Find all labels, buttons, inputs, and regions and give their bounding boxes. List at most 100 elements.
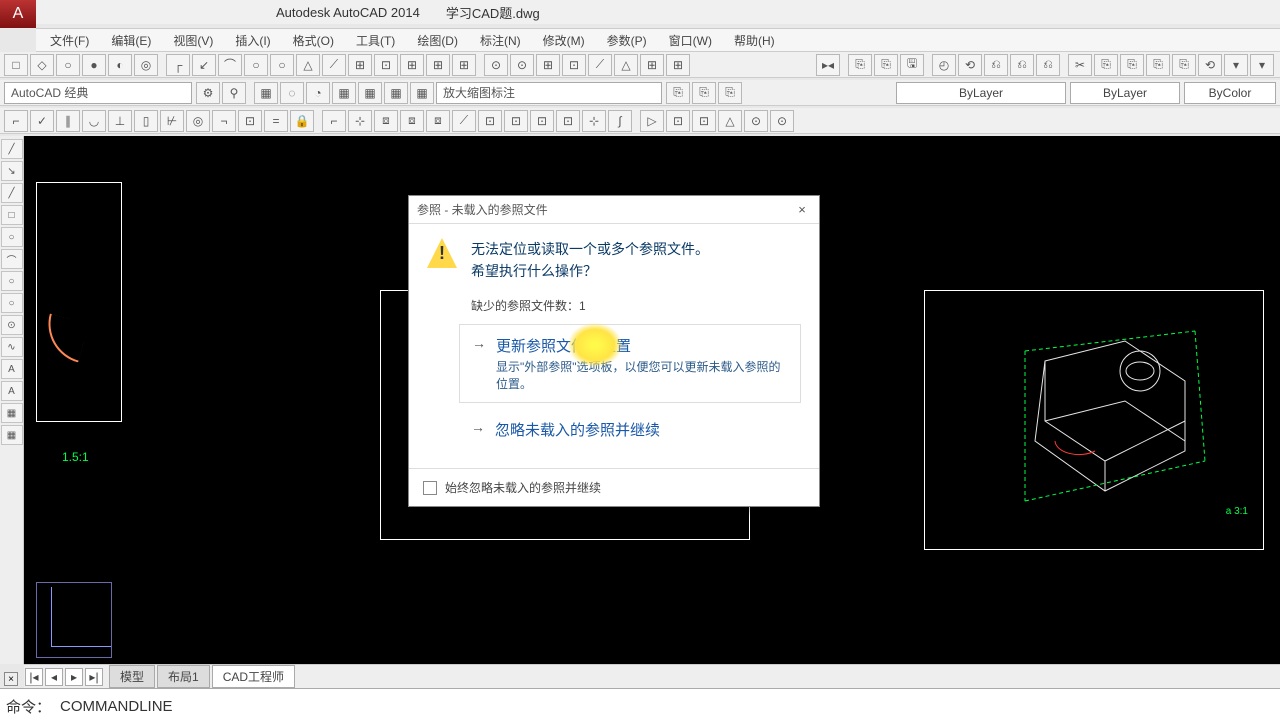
dim-icon-11[interactable]: ∫ bbox=[608, 110, 632, 132]
tab-cad-engineer[interactable]: CAD工程师 bbox=[212, 665, 295, 688]
color-select[interactable]: ByLayer bbox=[896, 82, 1066, 104]
tab-layout1[interactable]: 布局1 bbox=[157, 665, 210, 688]
left-tool-3[interactable]: □ bbox=[1, 205, 23, 225]
constraint-icon-5[interactable]: ▯ bbox=[134, 110, 158, 132]
constraint-icon-3[interactable]: ◡ bbox=[82, 110, 106, 132]
app-logo[interactable]: A bbox=[0, 0, 36, 28]
dialog-close-button[interactable]: × bbox=[793, 201, 811, 219]
constraint-icon-11[interactable]: 🔒 bbox=[290, 110, 314, 132]
menu-help[interactable]: 帮助(H) bbox=[734, 32, 775, 49]
menu-draw[interactable]: 绘图(D) bbox=[417, 32, 458, 49]
std-tool-icon-19[interactable]: ▾ bbox=[1250, 54, 1274, 76]
menu-view[interactable]: 视图(V) bbox=[173, 32, 213, 49]
draw-tool-icon-10[interactable]: ○ bbox=[244, 54, 268, 76]
draw-tool-icon-1[interactable]: ◇ bbox=[30, 54, 54, 76]
viewport-3[interactable] bbox=[924, 290, 1264, 550]
left-tool-6[interactable]: ○ bbox=[1, 271, 23, 291]
left-tool-8[interactable]: ⊙ bbox=[1, 315, 23, 335]
dim-icon-9[interactable]: ⊡ bbox=[556, 110, 580, 132]
draw-tool-icon-14[interactable]: ⊞ bbox=[348, 54, 372, 76]
std-tool-icon-15[interactable]: ⎘ bbox=[1146, 54, 1170, 76]
tab-nav-prev[interactable]: ◂ bbox=[45, 668, 63, 686]
constraint-icon-1[interactable]: ✓ bbox=[30, 110, 54, 132]
xref-tool-icon-1[interactable]: ⎘ bbox=[692, 82, 716, 104]
tab-nav-next[interactable]: ▸ bbox=[65, 668, 83, 686]
linetype-select[interactable]: ByLayer bbox=[1070, 82, 1180, 104]
draw-tool-icon-9[interactable]: ⌒ bbox=[218, 54, 242, 76]
left-tool-10[interactable]: A bbox=[1, 359, 23, 379]
left-tool-13[interactable]: ▦ bbox=[1, 425, 23, 445]
draw-tool-icon-2[interactable]: ○ bbox=[56, 54, 80, 76]
std-tool-icon-14[interactable]: ⎘ bbox=[1120, 54, 1144, 76]
left-tool-5[interactable]: ⌒ bbox=[1, 249, 23, 269]
draw-tool-icon-22[interactable]: ⊞ bbox=[536, 54, 560, 76]
constraint-icon-6[interactable]: ⊬ bbox=[160, 110, 184, 132]
left-tool-4[interactable]: ○ bbox=[1, 227, 23, 247]
draw-tool-icon-18[interactable]: ⊞ bbox=[452, 54, 476, 76]
menu-edit[interactable]: 编辑(E) bbox=[111, 32, 151, 49]
draw-tool-icon-23[interactable]: ⊡ bbox=[562, 54, 586, 76]
xref-tool-icon-0[interactable]: ⎘ bbox=[666, 82, 690, 104]
meas-icon-0[interactable]: ▷ bbox=[640, 110, 664, 132]
menu-file[interactable]: 文件(F) bbox=[50, 32, 89, 49]
constraint-icon-8[interactable]: ¬ bbox=[212, 110, 236, 132]
std-tool-icon-0[interactable]: ▸◂ bbox=[816, 54, 840, 76]
constraint-icon-10[interactable]: = bbox=[264, 110, 288, 132]
draw-tool-icon-12[interactable]: △ bbox=[296, 54, 320, 76]
menu-modify[interactable]: 修改(M) bbox=[543, 32, 585, 49]
draw-tool-icon-26[interactable]: ⊞ bbox=[640, 54, 664, 76]
layer-tool-icon-5[interactable]: ▦ bbox=[384, 82, 408, 104]
layer-tool-icon-4[interactable]: ▦ bbox=[358, 82, 382, 104]
meas-icon-4[interactable]: ⊙ bbox=[744, 110, 768, 132]
draw-tool-icon-25[interactable]: △ bbox=[614, 54, 638, 76]
layer-tool-icon-3[interactable]: ▦ bbox=[332, 82, 356, 104]
left-tool-11[interactable]: A bbox=[1, 381, 23, 401]
std-tool-icon-13[interactable]: ⎘ bbox=[1094, 54, 1118, 76]
meas-icon-3[interactable]: △ bbox=[718, 110, 742, 132]
left-tool-1[interactable]: ↘ bbox=[1, 161, 23, 181]
std-tool-icon-16[interactable]: ⎘ bbox=[1172, 54, 1196, 76]
menu-insert[interactable]: 插入(I) bbox=[235, 32, 270, 49]
layer-tool-icon-6[interactable]: ▦ bbox=[410, 82, 434, 104]
filter-icon[interactable]: ⚲ bbox=[222, 82, 246, 104]
viewport-1[interactable] bbox=[36, 182, 122, 422]
dim-icon-5[interactable]: ⟋ bbox=[452, 110, 476, 132]
draw-tool-icon-27[interactable]: ⊞ bbox=[666, 54, 690, 76]
std-tool-icon-12[interactable]: ✂ bbox=[1068, 54, 1092, 76]
layer-tool-icon-0[interactable]: ▦ bbox=[254, 82, 278, 104]
constraint-icon-7[interactable]: ◎ bbox=[186, 110, 210, 132]
draw-tool-icon-8[interactable]: ↙ bbox=[192, 54, 216, 76]
constraint-icon-4[interactable]: ⊥ bbox=[108, 110, 132, 132]
constraint-icon-2[interactable]: ∥ bbox=[56, 110, 80, 132]
menu-window[interactable]: 窗口(W) bbox=[669, 32, 712, 49]
xref-tool-icon-2[interactable]: ⎘ bbox=[718, 82, 742, 104]
command-close-button[interactable]: × bbox=[4, 672, 18, 686]
draw-tool-icon-21[interactable]: ⊙ bbox=[510, 54, 534, 76]
workspace-field[interactable]: AutoCAD 经典 bbox=[4, 82, 192, 104]
dim-icon-10[interactable]: ⊹ bbox=[582, 110, 606, 132]
draw-tool-icon-16[interactable]: ⊞ bbox=[400, 54, 424, 76]
dim-icon-1[interactable]: ⊹ bbox=[348, 110, 372, 132]
menu-tools[interactable]: 工具(T) bbox=[356, 32, 395, 49]
left-tool-7[interactable]: ○ bbox=[1, 293, 23, 313]
draw-tool-icon-4[interactable]: ◐ bbox=[108, 54, 132, 76]
left-tool-2[interactable]: ╱ bbox=[1, 183, 23, 203]
constraint-icon-9[interactable]: ⊡ bbox=[238, 110, 262, 132]
always-ignore-checkbox[interactable] bbox=[423, 481, 437, 495]
dim-icon-4[interactable]: ⧈ bbox=[426, 110, 450, 132]
tab-model[interactable]: 模型 bbox=[109, 665, 155, 688]
layer-tool-icon-2[interactable]: ◔ bbox=[306, 82, 330, 104]
draw-tool-icon-0[interactable]: □ bbox=[4, 54, 28, 76]
std-tool-icon-6[interactable]: ◴ bbox=[932, 54, 956, 76]
draw-tool-icon-20[interactable]: ⊙ bbox=[484, 54, 508, 76]
lineweight-select[interactable]: ByColor bbox=[1184, 82, 1276, 104]
draw-tool-icon-24[interactable]: ⟋ bbox=[588, 54, 612, 76]
menu-parametric[interactable]: 参数(P) bbox=[607, 32, 647, 49]
draw-tool-icon-15[interactable]: ⊡ bbox=[374, 54, 398, 76]
std-tool-icon-18[interactable]: ▾ bbox=[1224, 54, 1248, 76]
std-tool-icon-17[interactable]: ⟲ bbox=[1198, 54, 1222, 76]
left-tool-9[interactable]: ∿ bbox=[1, 337, 23, 357]
layer-tool-icon-1[interactable]: ◌ bbox=[280, 82, 304, 104]
dim-icon-2[interactable]: ⧈ bbox=[374, 110, 398, 132]
meas-icon-5[interactable]: ⊙ bbox=[770, 110, 794, 132]
